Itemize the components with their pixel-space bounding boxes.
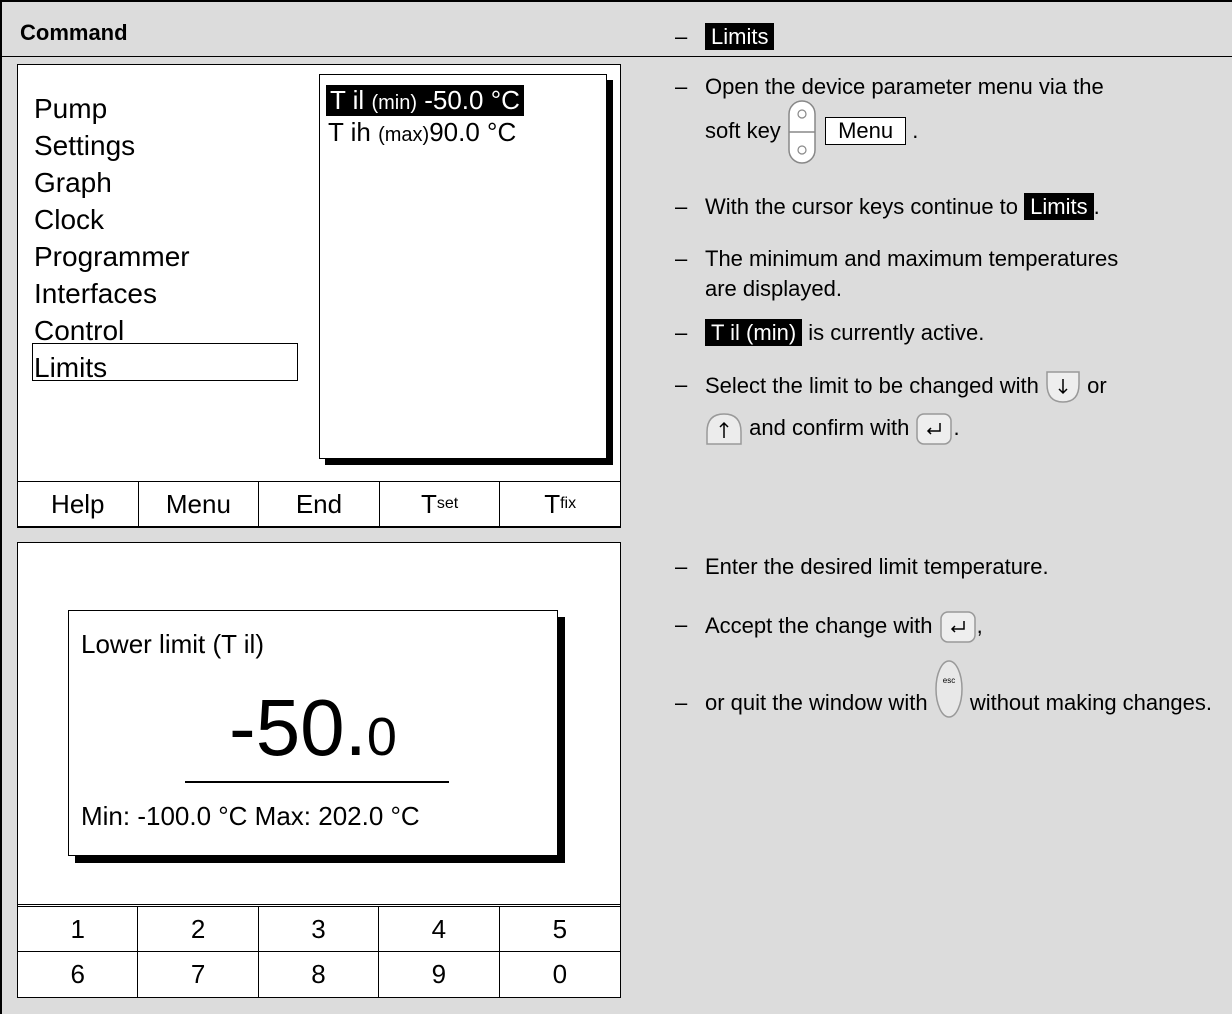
numpad-key-6[interactable]: 6 (18, 952, 139, 997)
value-underline (185, 781, 449, 783)
instruction-4: – The minimum and maximum temperatures a… (675, 244, 1125, 304)
instruction-8: – Accept the change with , (675, 610, 1225, 644)
instr9-text1: or quit the window with (705, 690, 928, 715)
dialog-range: Min: -100.0 °C Max: 202.0 °C (81, 801, 420, 831)
softkey-end[interactable]: End (259, 482, 380, 526)
numpad-key-7[interactable]: 7 (138, 952, 259, 997)
instruction-6b: and confirm with . (705, 412, 1225, 446)
instruction-1: – Limits (675, 22, 1225, 52)
instr6-or: or (1087, 372, 1107, 398)
header-divider (0, 56, 1232, 57)
instr2-softkey: soft key (705, 117, 781, 143)
numpad-key-2[interactable]: 2 (138, 907, 259, 952)
instruction-9: – or quit the window with esc without ma… (675, 660, 1225, 719)
numpad-key-5[interactable]: 5 (499, 907, 620, 952)
numpad-key-9[interactable]: 9 (379, 952, 500, 997)
dash: – (675, 690, 688, 715)
numpad-key-4[interactable]: 4 (379, 907, 500, 952)
softkey-tfix[interactable]: Tfix (500, 482, 620, 526)
esc-key-icon: esc (934, 660, 963, 718)
popup-row-t-il[interactable]: T il (min) -50.0 °C (326, 85, 524, 116)
softkey-help[interactable]: Help (18, 482, 139, 526)
menu-list: Pump Settings Graph Clock Programmer Int… (34, 90, 190, 386)
instr9-text2: without making changes. (969, 690, 1212, 715)
numpad-top-line (17, 904, 621, 905)
dialog-title: Lower limit (T il) (81, 629, 264, 659)
instr7-text: Enter the desired limit temperature. (705, 554, 1049, 579)
lower-limit-dialog: Lower limit (T il) -50.0 Min: -100.0 °C … (68, 610, 558, 856)
limits-popup: T il (min) -50.0 °C T ih (max)90.0 °C (319, 74, 607, 459)
instruction-5: – T il (min) is currently active. (675, 318, 1225, 348)
outer-left-border (0, 0, 2, 1014)
dash: – (675, 24, 688, 49)
value-int: -50. (229, 683, 367, 772)
numpad-key-1[interactable]: 1 (18, 907, 139, 952)
menu-item-graph[interactable]: Graph (34, 164, 190, 201)
menu-item-programmer[interactable]: Programmer (34, 238, 190, 275)
instruction-7: – Enter the desired limit temperature. (675, 552, 1225, 582)
arrow-down-key-icon (1046, 371, 1080, 403)
dash: – (675, 554, 688, 579)
numpad-key-0[interactable]: 0 (500, 952, 620, 997)
menu-item-interfaces[interactable]: Interfaces (34, 275, 190, 312)
svg-text:esc: esc (942, 676, 954, 685)
softkey-icon (788, 100, 816, 164)
instr8-text: Accept the change with (705, 612, 933, 638)
dash: – (675, 320, 688, 345)
instruction-2: – Open the device parameter menu via the (675, 72, 1225, 102)
instr2-text: Open the device parameter menu via the (705, 74, 1104, 99)
numpad-key-3[interactable]: 3 (258, 907, 380, 952)
t-il-label: T il (330, 85, 365, 115)
t-il-value: -50.0 °C (424, 85, 520, 115)
tset-base: T (420, 488, 437, 519)
limits-badge: Limits (705, 23, 775, 50)
menu-item-pump[interactable]: Pump (34, 90, 190, 127)
outer-top-border (0, 0, 1232, 2)
tfix-base: T (544, 488, 561, 519)
dash: – (675, 612, 688, 637)
value-dec: 0 (366, 707, 397, 767)
t-il-min-badge: T il (min) (705, 319, 803, 346)
instruction-2b: soft key Menu . (705, 100, 1225, 164)
instruction-6: – Select the limit to be changed with or (675, 370, 1225, 404)
dash: – (675, 246, 688, 271)
numpad: 1 2 3 4 5 6 7 8 9 0 (17, 906, 621, 998)
enter-key-icon-2 (939, 611, 976, 643)
numpad-key-8[interactable]: 8 (259, 952, 380, 997)
t-il-qualifier: (min) (371, 92, 417, 114)
t-ih-value: 90.0 °C (429, 117, 517, 147)
softkey-bar: Help Menu End Tset Tfix (17, 481, 621, 527)
menu-softkey-label: Menu (825, 116, 907, 145)
tset-sub: set (436, 495, 459, 512)
instr6-confirm: and confirm with (749, 414, 910, 440)
arrow-up-key-icon (706, 413, 742, 445)
instr5-text: is currently active. (808, 320, 985, 345)
t-ih-qualifier: (max) (378, 124, 430, 146)
instr4-text: The minimum and maximum temperatures are… (705, 246, 1119, 301)
dialog-value[interactable]: -50.0 (69, 683, 557, 782)
instr6-text: Select the limit to be changed with (705, 372, 1039, 398)
softkey-menu[interactable]: Menu (139, 482, 260, 526)
instr3-text: With the cursor keys continue to (705, 194, 1019, 219)
softkey-tset[interactable]: Tset (380, 482, 501, 526)
command-header: Command (20, 20, 128, 45)
limits-badge-2: Limits (1024, 193, 1094, 220)
dash: – (675, 74, 688, 99)
menu-item-settings[interactable]: Settings (34, 127, 190, 164)
t-ih-label: T ih (328, 117, 371, 147)
popup-row-t-ih[interactable]: T ih (max)90.0 °C (328, 117, 516, 148)
enter-key-icon (916, 413, 953, 445)
dash: – (675, 372, 688, 397)
menu-selection-box (32, 343, 298, 381)
tfix-sub: fix (560, 495, 577, 512)
menu-item-clock[interactable]: Clock (34, 201, 190, 238)
instruction-3: – With the cursor keys continue to Limit… (675, 192, 1225, 222)
dash: – (675, 194, 688, 219)
